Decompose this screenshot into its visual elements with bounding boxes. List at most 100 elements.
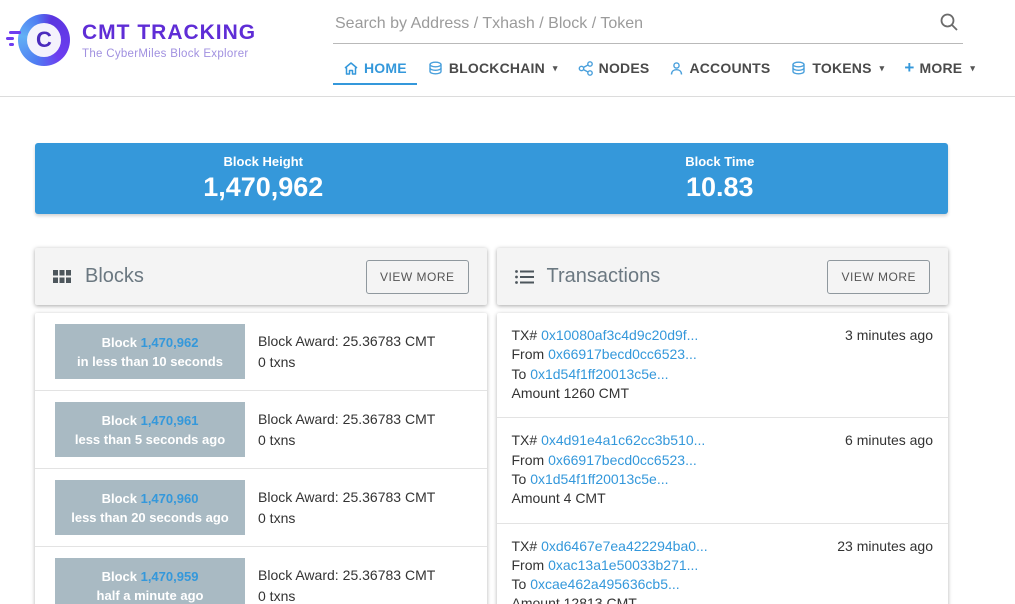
search-bar xyxy=(333,0,963,44)
blocks-view-more-button[interactable]: VIEW MORE xyxy=(365,259,469,294)
tx-label: TX# xyxy=(511,327,538,343)
transaction-list-item: TX# 0x10080af3c4d9c20d9f... From 0x66917… xyxy=(496,313,948,419)
nav-item-more[interactable]: + MORE ▾ xyxy=(894,54,985,85)
block-info: Block Award: 25.36783 CMT 0 txns xyxy=(258,565,435,604)
tx-to-label: To xyxy=(511,470,527,487)
block-time-value: 10.83 xyxy=(685,172,754,202)
block-badge: Block 1,470,959 half a minute ago xyxy=(55,558,245,604)
tx-label: TX# xyxy=(511,432,538,449)
block-award-value: 25.36783 CMT xyxy=(342,488,436,505)
block-info: Block Award: 25.36783 CMT 0 txns xyxy=(258,487,435,529)
transactions-panel: Transactions VIEW MORE TX# 0x10080af3c4d… xyxy=(496,248,949,604)
nav-item-nodes[interactable]: NODES xyxy=(568,54,660,85)
tx-amount-label: Amount xyxy=(511,595,560,604)
chevron-down-icon: ▾ xyxy=(970,62,976,73)
block-award-label: Block Award: xyxy=(258,410,339,427)
app-header: C CMT TRACKING The CyberMiles Block Expl… xyxy=(0,0,1015,97)
block-award-value: 25.36783 CMT xyxy=(342,332,436,349)
list-icon xyxy=(514,269,534,284)
tx-amount-label: Amount xyxy=(511,384,560,401)
nav-label: BLOCKCHAIN xyxy=(448,60,545,76)
block-age: half a minute ago xyxy=(96,587,204,603)
block-label: Block xyxy=(101,412,137,428)
tx-amount-value: 4 CMT xyxy=(563,490,606,507)
blocks-list: Block 1,470,962 in less than 10 seconds … xyxy=(35,313,487,604)
tx-from-link[interactable]: 0x66917becd0cc6523... xyxy=(548,452,697,468)
app-title: CMT TRACKING xyxy=(82,20,257,44)
chevron-down-icon: ▾ xyxy=(879,62,885,73)
blocks-panel: Blocks VIEW MORE Block 1,470,962 in less… xyxy=(35,248,487,604)
block-badge: Block 1,470,962 in less than 10 seconds xyxy=(55,324,245,379)
tokens-coins-icon xyxy=(792,61,806,75)
transactions-view-more-button[interactable]: VIEW MORE xyxy=(827,259,930,294)
tx-from-link[interactable]: 0x66917becd0cc6523... xyxy=(548,346,697,362)
cmt-logo-icon: C xyxy=(6,14,70,66)
nav-label: NODES xyxy=(598,60,650,76)
tx-hash-link[interactable]: 0x10080af3c4d9c20d9f... xyxy=(541,327,698,343)
blocks-panel-title: Blocks xyxy=(85,265,144,287)
nav-item-home[interactable]: HOME xyxy=(333,54,417,85)
block-number-link[interactable]: 1,470,962 xyxy=(141,335,199,350)
logo[interactable]: C CMT TRACKING The CyberMiles Block Expl… xyxy=(0,0,256,66)
app-subtitle: The CyberMiles Block Explorer xyxy=(82,47,249,60)
block-info: Block Award: 25.36783 CMT 0 txns xyxy=(258,331,435,373)
block-number-link[interactable]: 1,470,961 xyxy=(141,413,199,428)
block-label: Block xyxy=(101,568,137,584)
tx-timestamp: 3 minutes ago xyxy=(845,327,933,343)
block-label: Block xyxy=(101,490,137,506)
logo-speed-lines xyxy=(6,31,21,49)
tx-from-link[interactable]: 0xac13a1e50033b271... xyxy=(548,557,698,573)
block-age: in less than 10 seconds xyxy=(77,353,223,369)
tx-from-label: From xyxy=(511,556,545,573)
block-height-label: Block Height xyxy=(223,154,303,169)
block-award-value: 25.36783 CMT xyxy=(342,566,436,583)
plus-icon: + xyxy=(904,58,915,77)
logo-text: CMT TRACKING The CyberMiles Block Explor… xyxy=(82,21,256,60)
block-label: Block xyxy=(101,334,137,350)
block-txns: 0 txns xyxy=(258,431,296,448)
block-list-item: Block 1,470,960 less than 20 seconds ago… xyxy=(35,469,487,547)
block-award-value: 25.36783 CMT xyxy=(342,410,436,427)
block-time-stat: Block Time 10.83 xyxy=(492,143,949,214)
block-height-value: 1,470,962 xyxy=(203,172,324,202)
block-award-label: Block Award: xyxy=(258,566,339,583)
tx-hash-link[interactable]: 0x4d91e4a1c62cc3b510... xyxy=(541,432,705,448)
grid-icon xyxy=(53,269,71,283)
block-badge: Block 1,470,960 less than 20 seconds ago xyxy=(55,480,245,535)
block-txns: 0 txns xyxy=(258,353,296,370)
transactions-panel-header: Transactions VIEW MORE xyxy=(496,248,948,305)
nav-item-blockchain[interactable]: BLOCKCHAIN ▾ xyxy=(417,54,568,85)
block-list-item: Block 1,470,961 less than 5 seconds ago … xyxy=(35,391,487,469)
block-info: Block Award: 25.36783 CMT 0 txns xyxy=(258,409,435,451)
tx-hash-link[interactable]: 0xd6467e7ea422294ba0... xyxy=(541,538,708,554)
search-button[interactable] xyxy=(937,12,961,35)
block-height-stat: Block Height 1,470,962 xyxy=(35,143,492,214)
tx-amount-label: Amount xyxy=(511,490,560,507)
block-number-link[interactable]: 1,470,959 xyxy=(141,569,199,584)
tx-timestamp: 23 minutes ago xyxy=(837,537,933,554)
tx-to-link[interactable]: 0x1d54f1ff20013c5e... xyxy=(530,471,668,487)
tx-to-link[interactable]: 0x1d54f1ff20013c5e... xyxy=(530,366,668,382)
block-number-link[interactable]: 1,470,960 xyxy=(141,491,199,506)
search-icon xyxy=(940,13,958,31)
tx-to-label: To xyxy=(511,365,527,382)
nav-item-accounts[interactable]: ACCOUNTS xyxy=(659,54,780,85)
block-badge: Block 1,470,961 less than 5 seconds ago xyxy=(55,402,245,457)
block-time-label: Block Time xyxy=(685,154,755,169)
transaction-list-item: TX# 0xd6467e7ea422294ba0... From 0xac13a… xyxy=(497,524,949,604)
tx-to-label: To xyxy=(511,576,527,593)
block-txns: 0 txns xyxy=(258,587,296,604)
block-txns: 0 txns xyxy=(258,509,296,526)
transaction-list-item: TX# 0x4d91e4a1c62cc3b510... From 0x66917… xyxy=(496,418,948,524)
nav-label: MORE xyxy=(919,60,963,76)
blockchain-coins-icon xyxy=(429,61,442,75)
block-list-item: Block 1,470,962 in less than 10 seconds … xyxy=(35,313,487,391)
content-panels: Blocks VIEW MORE Block 1,470,962 in less… xyxy=(35,248,948,604)
blocks-panel-header: Blocks VIEW MORE xyxy=(35,248,487,305)
block-award-label: Block Award: xyxy=(258,488,339,505)
tx-amount-value: 12813 CMT xyxy=(563,595,637,604)
tx-to-link[interactable]: 0xcae462a495636cb5... xyxy=(530,576,679,592)
tx-timestamp: 6 minutes ago xyxy=(845,432,933,449)
nav-item-tokens[interactable]: TOKENS ▾ xyxy=(780,54,894,85)
search-input[interactable] xyxy=(335,14,937,33)
